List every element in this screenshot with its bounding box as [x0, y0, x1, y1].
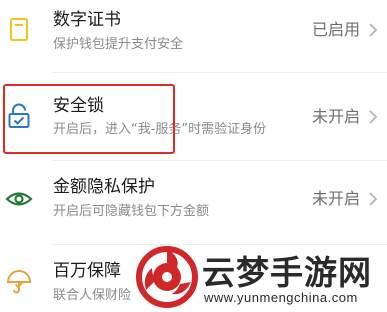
- eye-icon: [5, 185, 33, 213]
- settings-item-title: 安全锁: [53, 96, 104, 116]
- chevron-right-icon: [368, 191, 378, 207]
- settings-screen: 数字证书 保护钱包提升支付安全 已启用 安全锁 开启后，进入“我-服务”时需验证…: [0, 0, 387, 312]
- settings-item-digital-certificate[interactable]: 数字证书 保护钱包提升支付安全 已启用: [0, 0, 387, 68]
- status-label: 未开启: [311, 107, 360, 126]
- settings-item-million-guarantee[interactable]: 百万保障 联合人保财险: [0, 248, 387, 312]
- settings-item-security-lock[interactable]: 安全锁 开启后，进入“我-服务”时需验证身份 未开启: [0, 82, 387, 154]
- status-label: 已启用: [311, 20, 360, 39]
- umbrella-icon: [5, 268, 33, 296]
- settings-item-title: 数字证书: [53, 10, 121, 30]
- settings-item-amount-privacy[interactable]: 金额隐私保护 开启后可隐藏钱包下方金额 未开启: [0, 163, 387, 235]
- settings-item-title: 金额隐私保护: [53, 177, 155, 197]
- settings-item-subtitle: 开启后可隐藏钱包下方金额: [53, 204, 210, 219]
- lock-icon: [5, 102, 33, 130]
- settings-item-subtitle: 保护钱包提升支付安全: [53, 37, 184, 52]
- divider: [53, 244, 387, 245]
- divider: [53, 72, 387, 73]
- settings-item-subtitle: 联合人保财险: [53, 288, 132, 303]
- settings-item-title: 百万保障: [53, 261, 121, 281]
- settings-item-subtitle: 开启后，进入“我-服务”时需验证身份: [53, 122, 267, 137]
- chevron-right-icon: [368, 109, 378, 125]
- certificate-icon: [5, 16, 33, 44]
- chevron-right-icon: [368, 22, 378, 38]
- status-label: 未开启: [311, 189, 360, 208]
- divider: [53, 160, 387, 161]
